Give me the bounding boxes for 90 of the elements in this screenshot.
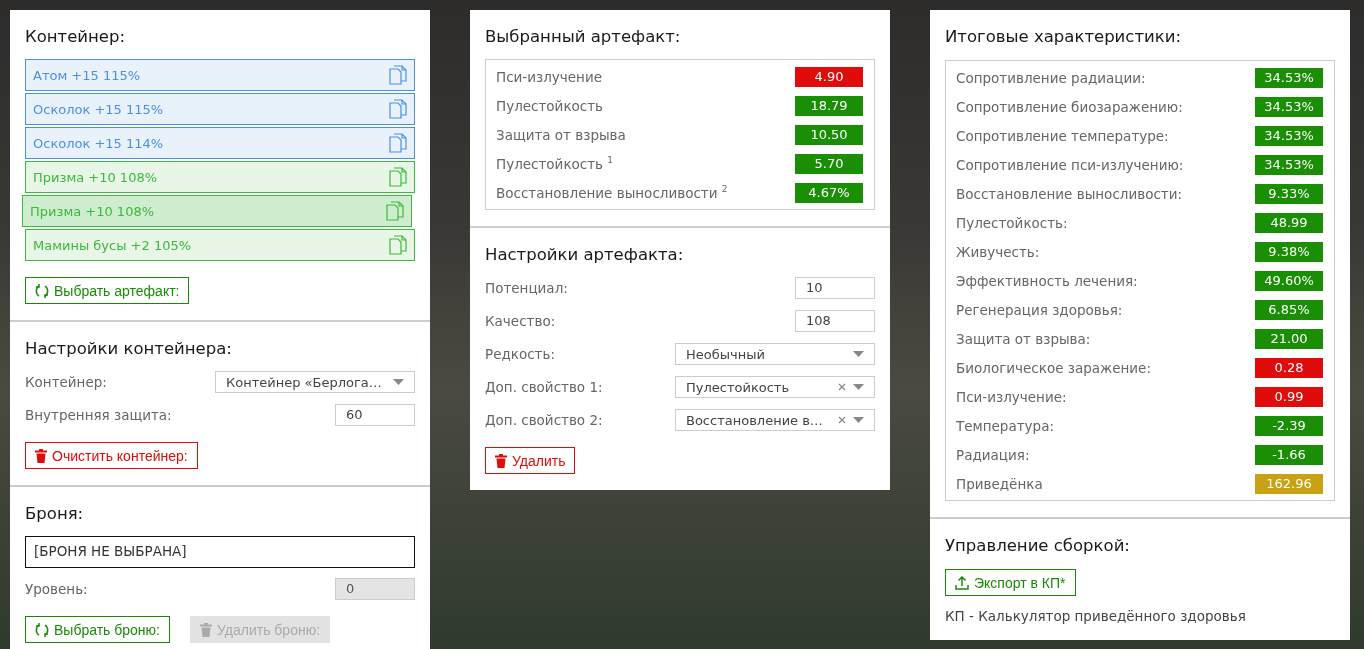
caret-icon — [853, 351, 864, 357]
section-title: Броня: — [25, 504, 85, 524]
refresh-icon — [35, 621, 49, 638]
upload-icon — [955, 575, 969, 590]
stat-label: Восстановление выносливости $^{2}$ — [496, 184, 728, 201]
refresh-icon — [35, 282, 49, 299]
stat-value: 21.00 — [1255, 328, 1323, 349]
field-label: Потенциал: — [485, 280, 568, 296]
stat-label: Защита от взрыва — [496, 126, 626, 143]
stat-label: Эффективность лечения: — [956, 272, 1138, 289]
stat-value: 5.70 — [795, 153, 863, 174]
stat-label: Пулестойкость: — [956, 214, 1068, 231]
field-label: Редкость: — [485, 346, 555, 362]
stat-value: 34.53% — [1255, 125, 1323, 146]
dropdown-field[interactable]: Восстановление в… — [675, 409, 875, 431]
stat-label: Регенерация здоровья: — [956, 301, 1123, 318]
stat-value: 48.99 — [1255, 212, 1323, 233]
stat-label: Пулестойкость $^{1}$ — [496, 155, 614, 172]
stat-value: 34.53% — [1255, 67, 1323, 88]
stat-value: -2.39 — [1255, 415, 1323, 436]
stat-value: 34.53% — [1255, 96, 1323, 117]
clear-icon[interactable] — [838, 416, 846, 424]
stat-value: 4.67% — [795, 182, 863, 203]
field-label: Доп. свойство 1: — [485, 379, 603, 395]
stat-value: 4.90 — [795, 66, 863, 87]
field-label: Внутренняя защита: — [25, 407, 172, 423]
stat-value: 49.60% — [1255, 270, 1323, 291]
input-field[interactable]: 60 — [335, 404, 415, 426]
input-field[interactable]: 10 — [795, 277, 875, 299]
field-label: Уровень: — [25, 581, 88, 597]
stat-label: Защита от взрыва: — [956, 330, 1091, 347]
dropdown-field[interactable]: Контейнер «Берлога… — [215, 371, 415, 393]
artifact-item[interactable]: Осколок +15 114% — [25, 127, 415, 159]
clear-icon[interactable] — [838, 383, 846, 391]
artifact-item[interactable]: Осколок +15 115% — [25, 93, 415, 125]
stat-value: 10.50 — [795, 124, 863, 145]
copy-icon[interactable] — [389, 99, 407, 119]
armor-field[interactable]: [БРОНЯ НЕ ВЫБРАНА] — [25, 536, 415, 568]
stat-label: Приведёнка — [956, 475, 1043, 492]
caret-icon — [393, 379, 404, 385]
artifact-item[interactable]: Атом +15 115% — [25, 59, 415, 91]
copy-icon[interactable] — [389, 133, 407, 153]
dropdown-field[interactable]: Пулестойкость — [675, 376, 875, 398]
stat-label: Температура: — [956, 417, 1054, 434]
stat-value: -1.66 — [1255, 444, 1323, 465]
section-title: Контейнер: — [25, 27, 127, 47]
delete-button[interactable]: Очистить контейнер: — [25, 442, 198, 469]
section-title: Управление сборкой: — [945, 536, 1131, 556]
trash-icon — [495, 453, 507, 468]
export-button[interactable]: Экспорт в КП* — [945, 569, 1076, 596]
section-title: Настройки артефакта: — [485, 245, 685, 265]
select-button[interactable]: Выбрать броню: — [25, 616, 170, 643]
stat-label: Сопротивление температуре: — [956, 127, 1169, 144]
trash-icon — [35, 448, 47, 463]
stat-value: 9.38% — [1255, 241, 1323, 262]
stat-label: Живучесть: — [956, 243, 1040, 260]
copy-icon[interactable] — [389, 235, 407, 255]
stat-value: 9.33% — [1255, 183, 1323, 204]
stat-label: Пулестойкость — [496, 97, 604, 114]
stat-value: 0.99 — [1255, 386, 1323, 407]
copy-icon[interactable] — [389, 167, 407, 187]
field-label: Доп. свойство 2: — [485, 412, 603, 428]
trash-icon — [200, 622, 212, 637]
input-field[interactable]: 108 — [795, 310, 875, 332]
stat-label: Сопротивление биозаражению: — [956, 98, 1183, 115]
stat-label: Биологическое заражение: — [956, 359, 1151, 376]
delete-button[interactable]: Удалить — [485, 447, 576, 474]
select-button[interactable]: Выбрать артефакт: — [25, 277, 190, 304]
stat-label: Восстановление выносливости: — [956, 185, 1183, 202]
stat-value: 0.28 — [1255, 357, 1323, 378]
stat-value: 162.96 — [1255, 473, 1323, 494]
section-title: Настройки контейнера: — [25, 339, 233, 359]
stat-value: 18.79 — [795, 95, 863, 116]
section-title: Итоговые характеристики: — [945, 27, 1182, 47]
stat-label: Радиация: — [956, 446, 1030, 463]
dropdown-field[interactable]: Необычный — [675, 343, 875, 365]
field-label: Качество: — [485, 313, 556, 329]
stat-value: 34.53% — [1255, 154, 1323, 175]
note-text: КП - Калькулятор приведённого здоровья — [945, 607, 1247, 625]
copy-icon[interactable] — [389, 65, 407, 85]
stat-value: 6.85% — [1255, 299, 1323, 320]
stat-label: Сопротивление пси-излучению: — [956, 156, 1184, 173]
copy-icon[interactable] — [386, 201, 404, 221]
section-title: Выбранный артефакт: — [485, 27, 682, 47]
caret-icon — [853, 384, 864, 390]
stat-label: Пси-излучение — [496, 68, 602, 85]
stat-label: Сопротивление радиации: — [956, 69, 1146, 86]
caret-icon — [853, 417, 864, 423]
field-label: Контейнер: — [25, 374, 107, 390]
stat-label: Пси-излучение: — [956, 388, 1067, 405]
